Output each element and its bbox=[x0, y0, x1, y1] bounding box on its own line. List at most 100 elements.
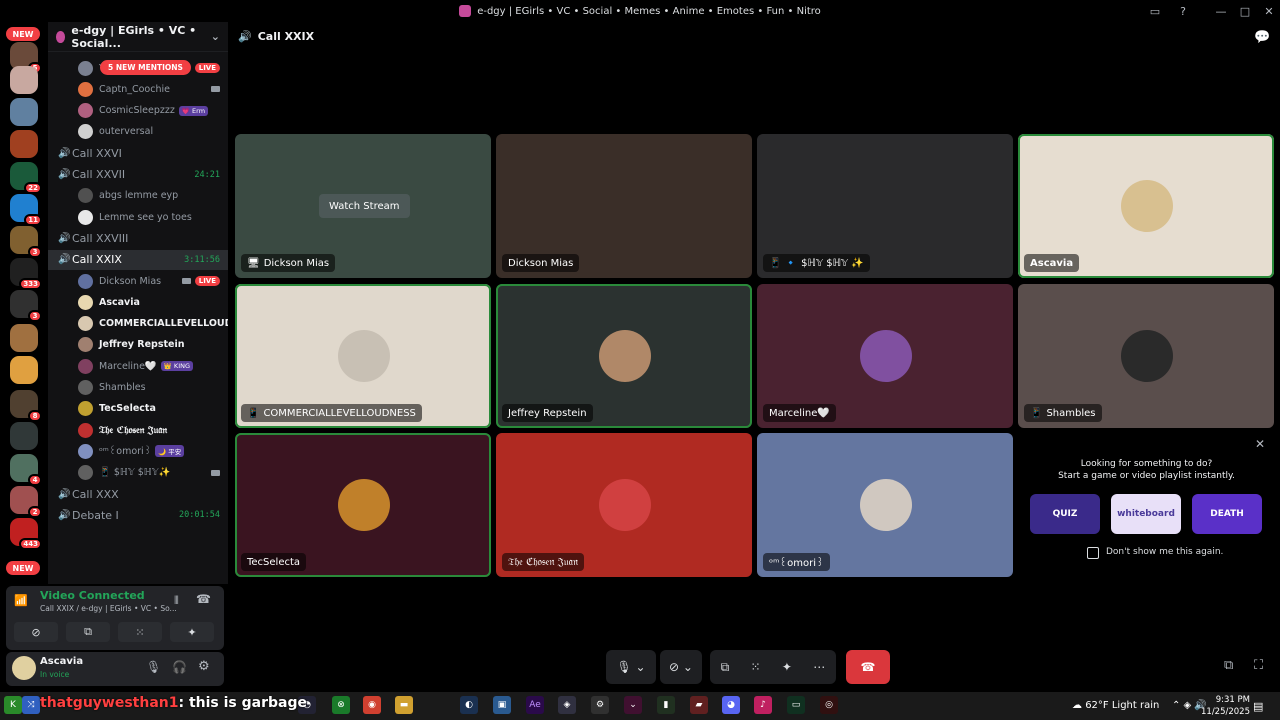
headphones-icon[interactable]: 🎧 bbox=[172, 660, 187, 674]
taskbar-app-icon[interactable]: ▣ bbox=[493, 696, 511, 714]
start-icon[interactable]: K bbox=[4, 696, 22, 714]
voice-participant[interactable]: Dickson Mias LIVE bbox=[48, 271, 228, 291]
soundboard-icon[interactable]: ✦ bbox=[782, 660, 792, 674]
xbox-icon[interactable]: ⊗ bbox=[332, 696, 350, 714]
new-unread-pill[interactable]: NEW bbox=[6, 27, 40, 41]
close-icon[interactable]: ✕ bbox=[1255, 437, 1265, 451]
voice-channel[interactable]: 🔊 Call XXVI bbox=[48, 143, 228, 163]
taskbar-app-icon[interactable]: ⌄ bbox=[624, 696, 642, 714]
voice-participant[interactable]: Ascavia bbox=[48, 292, 228, 312]
server-icon[interactable]: 8 bbox=[10, 390, 42, 422]
camera-toggle[interactable]: ⊘ ⌄ bbox=[660, 650, 702, 684]
hang-up-button[interactable]: ☎ bbox=[846, 650, 890, 684]
server-icon[interactable]: 4 bbox=[10, 454, 42, 486]
video-tile[interactable]: 📱 COMMERCIALLEVELLOUDNESS bbox=[235, 284, 491, 428]
voice-participant[interactable]: Jeffrey Repstein bbox=[48, 335, 228, 355]
taskbar-app-icon[interactable]: ▮ bbox=[657, 696, 675, 714]
chevron-down-icon[interactable]: ⌄ bbox=[211, 30, 220, 43]
popout-icon[interactable]: ⧉ bbox=[1224, 658, 1233, 673]
video-tile[interactable]: Watch Stream 🖥 Dickson Mias bbox=[235, 134, 491, 278]
server-icon[interactable] bbox=[10, 98, 38, 126]
discord-icon[interactable]: ◕ bbox=[722, 696, 740, 714]
activity-card-quiz[interactable]: QUIZ bbox=[1030, 494, 1100, 534]
clock-time[interactable]: 9:31 PM bbox=[1200, 695, 1250, 705]
obs-icon[interactable]: ◎ bbox=[820, 696, 838, 714]
server-icon[interactable]: 333 bbox=[10, 258, 42, 290]
avatar[interactable] bbox=[12, 656, 36, 680]
dont-show-checkbox[interactable] bbox=[1087, 547, 1099, 559]
voice-participant[interactable]: 𝔗𝔥𝔢 ℭ𝔥𝔬𝔰𝔢𝔫 𝔍𝔲𝔞𝔫 bbox=[48, 420, 228, 440]
after-effects-icon[interactable]: Ae bbox=[526, 696, 544, 714]
help-icon[interactable]: ? bbox=[1168, 0, 1198, 22]
video-tile[interactable]: Marceline🤍 bbox=[757, 284, 1013, 428]
video-tile[interactable]: TecSelecta bbox=[235, 433, 491, 577]
activities-button[interactable]: ⁙ bbox=[118, 622, 162, 642]
voice-participant[interactable]: Marceline🤍 👑 KING bbox=[48, 356, 228, 376]
video-tile[interactable]: ᵒᵐ꒰omori꒱ bbox=[757, 433, 1013, 577]
voice-participant[interactable]: abgs lemme eyp bbox=[48, 186, 228, 206]
voice-participant[interactable]: Lemme see yo toes bbox=[48, 207, 228, 227]
chrome-icon[interactable]: ◉ bbox=[363, 696, 381, 714]
camera-off-button[interactable]: ⊘ bbox=[14, 622, 58, 642]
settings-icon[interactable]: ⚙ bbox=[591, 696, 609, 714]
more-icon[interactable]: ⋯ bbox=[813, 660, 825, 674]
activity-card-whiteboard[interactable]: whiteboard bbox=[1111, 494, 1181, 534]
tiktok-icon[interactable]: ♪ bbox=[754, 696, 772, 714]
voice-participant[interactable]: CosmicSleepzzz 💗 Erm bbox=[48, 101, 228, 121]
soundboard-button[interactable]: ✦ bbox=[170, 622, 214, 642]
server-icon[interactable]: 11 bbox=[10, 194, 42, 226]
weather-widget[interactable]: ☁ 62°F Light rain bbox=[1072, 700, 1159, 711]
clock-date[interactable]: 11/25/2025 bbox=[1200, 707, 1250, 717]
microphone-toggle[interactable]: 🎙 ⌄ bbox=[606, 650, 656, 684]
disconnect-icon[interactable]: ☎ bbox=[196, 592, 211, 606]
inbox-icon[interactable]: ▭ bbox=[1140, 0, 1170, 22]
microphone-icon[interactable]: 🎙 bbox=[146, 660, 161, 674]
server-icon[interactable]: 443 bbox=[10, 518, 42, 550]
video-tile[interactable]: 📱 Shambles bbox=[1018, 284, 1274, 428]
activity-card-death[interactable]: DEATH bbox=[1192, 494, 1262, 534]
noise-suppression-icon[interactable]: ⦀ bbox=[174, 594, 179, 608]
signal-icon[interactable]: 📶 bbox=[14, 594, 30, 610]
voice-channel[interactable]: 🔊 Call XXX bbox=[48, 484, 228, 504]
steam-icon[interactable]: ◐ bbox=[460, 696, 478, 714]
screen-share-icon[interactable]: ⧉ bbox=[721, 660, 730, 675]
video-tile[interactable]: Dickson Mias bbox=[496, 134, 752, 278]
taskbar-app-icon[interactable]: ⤨ bbox=[22, 696, 40, 714]
voice-participant[interactable]: 📱 $ℍ𝕐 $ℍ𝕐✨ bbox=[48, 463, 228, 483]
video-tile[interactable]: 𝔗𝔥𝔢 ℭ𝔥𝔬𝔰𝔢𝔫 𝔍𝔲𝔞𝔫 bbox=[496, 433, 752, 577]
server-icon[interactable] bbox=[10, 66, 38, 94]
notifications-icon[interactable]: ▤ bbox=[1253, 700, 1263, 713]
guild-header[interactable]: e-dgy | EGirls • VC • Social... ⌄ bbox=[48, 22, 228, 52]
voice-channel[interactable]: 🔊 Call XXIX 3:11:56 bbox=[48, 249, 228, 270]
video-tile[interactable]: 📱 🔹 $ℍ𝕐 $ℍ𝕐 ✨ bbox=[757, 134, 1013, 278]
taskbar-app-icon[interactable]: ▭ bbox=[787, 696, 805, 714]
voice-participant[interactable]: outerversal bbox=[48, 122, 228, 142]
taskbar-app-icon[interactable]: ▰ bbox=[690, 696, 708, 714]
server-icon[interactable] bbox=[10, 324, 38, 352]
voice-participant[interactable]: Captn_Coochie bbox=[48, 79, 228, 99]
new-unread-pill[interactable]: NEW bbox=[6, 561, 40, 575]
video-tile[interactable]: Jeffrey Repstein bbox=[496, 284, 752, 428]
voice-channel[interactable]: 🔊 Debate I 20:01:54 bbox=[48, 505, 228, 525]
close-button[interactable]: ✕ bbox=[1254, 0, 1280, 22]
server-icon[interactable] bbox=[10, 422, 38, 450]
voice-participant[interactable]: ᵒᵐ꒰omori꒱ 🌙 平安 bbox=[48, 441, 228, 461]
fullscreen-icon[interactable]: ⛶ bbox=[1254, 658, 1263, 673]
voice-participant[interactable]: Shambles bbox=[48, 378, 228, 398]
voice-channel[interactable]: 🔊 Call XXVIII bbox=[48, 228, 228, 248]
screen-share-button[interactable]: ⧉ bbox=[66, 622, 110, 642]
video-tile[interactable]: Ascavia bbox=[1018, 134, 1274, 278]
voice-participant[interactable]: COMMERCIALLEVELLOUD... bbox=[48, 314, 228, 334]
server-icon[interactable]: 22 bbox=[10, 162, 42, 194]
folder-icon[interactable]: ▬ bbox=[395, 696, 413, 714]
server-icon[interactable]: 3 bbox=[10, 290, 42, 322]
chat-icon[interactable]: 💬 bbox=[1254, 30, 1270, 45]
watch-stream-button[interactable]: Watch Stream bbox=[319, 194, 410, 218]
voice-participant[interactable]: TecSelecta bbox=[48, 399, 228, 419]
taskbar-app-icon[interactable]: ◈ bbox=[558, 696, 576, 714]
new-mentions-pill[interactable]: 5 NEW MENTIONS bbox=[100, 60, 191, 75]
server-icon[interactable]: 2 bbox=[10, 486, 42, 518]
gear-icon[interactable]: ⚙ bbox=[198, 659, 210, 674]
activities-icon[interactable]: ⁙ bbox=[751, 660, 761, 674]
server-icon[interactable]: 3 bbox=[10, 226, 42, 258]
